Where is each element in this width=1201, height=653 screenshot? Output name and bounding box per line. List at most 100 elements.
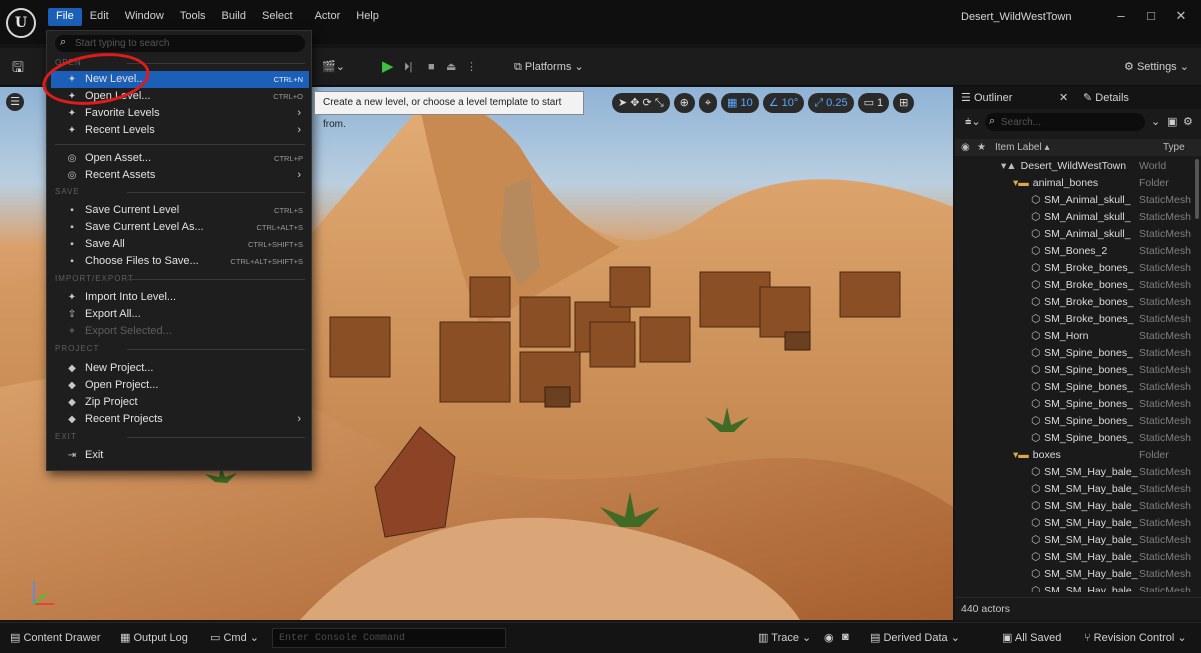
menu-build[interactable]: Build xyxy=(214,8,254,26)
all-saved-button[interactable]: ▣ All Saved xyxy=(1002,631,1061,644)
column-type[interactable]: Type xyxy=(1163,139,1185,156)
star-icon[interactable]: ★ xyxy=(977,139,986,156)
outliner-folder-row[interactable]: ▾▬ boxes Folder xyxy=(955,447,1193,464)
column-item-label[interactable]: Item Label ▴ xyxy=(995,139,1050,156)
outliner-actor-row[interactable]: ⬡ SM_SM_Hay_bale_ StaticMesh xyxy=(955,583,1193,592)
visibility-icon[interactable]: ◉ xyxy=(961,139,970,156)
menu-item-open-level[interactable]: ✦ Open Level... CTRL+O xyxy=(51,88,309,105)
menu-item-choose-files-to-save[interactable]: ▪ Choose Files to Save... CTRL+ALT+SHIFT… xyxy=(51,253,309,270)
menu-window[interactable]: Window xyxy=(117,8,172,26)
outliner-actor-row[interactable]: ⬡ SM_Spine_bones_ StaticMesh xyxy=(955,413,1193,430)
grid-snap-toggle[interactable]: ▦ 10 xyxy=(721,93,759,113)
record-icon[interactable]: ◉ xyxy=(824,631,834,644)
close-button[interactable]: ✕ xyxy=(1168,6,1194,26)
outliner-actor-row[interactable]: ⬡ SM_Broke_bones_ StaticMesh xyxy=(955,311,1193,328)
outliner-scrollbar[interactable] xyxy=(1195,159,1199,219)
trace-button[interactable]: ▥ Trace ⌄ xyxy=(758,631,811,644)
stop-icon[interactable]: ■ xyxy=(428,57,435,77)
menu-item-import-into-level[interactable]: ✦ Import Into Level... xyxy=(51,289,309,306)
outliner-actor-row[interactable]: ⬡ SM_Horn StaticMesh xyxy=(955,328,1193,345)
outliner-folder-row[interactable]: ▾▬ animal_bones Folder xyxy=(955,175,1193,192)
outliner-actor-row[interactable]: ⬡ SM_Animal_skull_ StaticMesh xyxy=(955,209,1193,226)
close-tab-icon[interactable]: ✕ xyxy=(1059,91,1068,104)
outliner-world-row[interactable]: ▾▲ Desert_WildWestTown World xyxy=(955,158,1193,175)
add-folder-icon[interactable]: ▣ xyxy=(1167,115,1177,128)
eject-icon[interactable]: ⏏ xyxy=(446,57,456,77)
menu-item-new-level[interactable]: ✦ New Level... CTRL+N xyxy=(51,71,309,88)
camera-icon[interactable]: ◙ xyxy=(842,631,849,643)
menu-select[interactable]: Select xyxy=(254,8,301,26)
outliner-actor-row[interactable]: ⬡ SM_SM_Hay_bale_ StaticMesh xyxy=(955,464,1193,481)
outliner-actor-row[interactable]: ⬡ SM_SM_Hay_bale_ StaticMesh xyxy=(955,481,1193,498)
outliner-actor-row[interactable]: ⬡ SM_Spine_bones_ StaticMesh xyxy=(955,379,1193,396)
save-icon[interactable]: 🖫 xyxy=(12,57,24,77)
menu-item-zip-project[interactable]: ◆ Zip Project xyxy=(51,394,309,411)
dropdown-icon[interactable]: ⌄ xyxy=(1151,115,1160,128)
outliner-actor-row[interactable]: ⬡ SM_Spine_bones_ StaticMesh xyxy=(955,345,1193,362)
outliner-actor-row[interactable]: ⬡ SM_Broke_bones_ StaticMesh xyxy=(955,277,1193,294)
cinematics-icon[interactable]: 🎬⌄ xyxy=(322,57,345,77)
menu-item-new-project[interactable]: ◆ New Project... xyxy=(51,360,309,377)
menu-item-save-current-level-as[interactable]: ▪ Save Current Level As... CTRL+ALT+S xyxy=(51,219,309,236)
globe-icon[interactable]: ⊕ xyxy=(673,93,695,113)
menu-item-favorite-levels[interactable]: ✦ Favorite Levels › xyxy=(51,105,309,122)
outliner-actor-row[interactable]: ⬡ SM_Broke_bones_ StaticMesh xyxy=(955,260,1193,277)
filter-icon[interactable]: ⩧⌄ xyxy=(965,115,981,129)
menu-item-open-asset[interactable]: ◎ Open Asset... CTRL+P xyxy=(51,150,309,167)
menu-item-save-all[interactable]: ▪ Save All CTRL+SHIFT+S xyxy=(51,236,309,253)
outliner-actor-row[interactable]: ⬡ SM_Animal_skull_ StaticMesh xyxy=(955,226,1193,243)
settings-button[interactable]: ⚙ Settings ⌄ xyxy=(1124,57,1189,77)
maximize-button[interactable]: □ xyxy=(1138,6,1164,26)
console-command-box[interactable] xyxy=(272,628,506,648)
menu-item-save-current-level[interactable]: ▪ Save Current Level CTRL+S xyxy=(51,202,309,219)
menu-tools[interactable]: Tools xyxy=(172,8,214,26)
outliner-actor-row[interactable]: ⬡ SM_Bones_2 StaticMesh xyxy=(955,243,1193,260)
viewport-layout-icon[interactable]: ⊞ xyxy=(893,93,915,113)
minimize-button[interactable]: – xyxy=(1108,6,1134,26)
play-icon[interactable]: ▶ xyxy=(382,57,394,77)
outliner-actor-row[interactable]: ⬡ SM_SM_Hay_bale_ StaticMesh xyxy=(955,549,1193,566)
menu-search-box[interactable]: ⌕ xyxy=(55,35,305,52)
platforms-button[interactable]: ⧉ Platforms ⌄ xyxy=(514,57,584,77)
outliner-actor-row[interactable]: ⬡ SM_Spine_bones_ StaticMesh xyxy=(955,362,1193,379)
outliner-actor-row[interactable]: ⬡ SM_Spine_bones_ StaticMesh xyxy=(955,430,1193,447)
revision-control-button[interactable]: ⑂ Revision Control ⌄ xyxy=(1084,631,1187,644)
outliner-actor-row[interactable]: ⬡ SM_Animal_skull_ StaticMesh xyxy=(955,192,1193,209)
outliner-actor-row[interactable]: ⬡ SM_Broke_bones_ StaticMesh xyxy=(955,294,1193,311)
console-command-input[interactable] xyxy=(273,629,505,647)
menu-item-export-all[interactable]: ⇪ Export All... xyxy=(51,306,309,323)
outliner-search-input[interactable] xyxy=(1001,115,1141,129)
cmd-button[interactable]: ▭ Cmd ⌄ xyxy=(210,631,259,644)
menu-item-recent-assets[interactable]: ◎ Recent Assets › xyxy=(51,167,309,184)
rotation-snap-toggle[interactable]: ∠ 10° xyxy=(762,93,805,113)
tab-outliner[interactable]: ☰ Outliner xyxy=(961,91,1012,104)
content-drawer-button[interactable]: ▤ Content Drawer xyxy=(10,631,101,644)
camera-speed-button[interactable]: ▭ 1 xyxy=(857,93,890,113)
menu-help[interactable]: Help xyxy=(348,8,387,26)
menu-actor[interactable]: Actor xyxy=(307,8,349,26)
gear-icon[interactable]: ⚙ xyxy=(1183,115,1193,128)
tab-details[interactable]: ✎ Details xyxy=(1083,91,1129,104)
menu-item-exit[interactable]: ⇥ Exit xyxy=(51,447,309,464)
outliner-actor-row[interactable]: ⬡ SM_SM_Hay_bale_ StaticMesh xyxy=(955,532,1193,549)
menu-edit[interactable]: Edit xyxy=(82,8,117,26)
scale-snap-toggle[interactable]: ⤢ 0.25 xyxy=(808,93,854,113)
more-options-icon[interactable]: ⋮ xyxy=(466,57,477,77)
menu-search-input[interactable] xyxy=(75,36,295,51)
viewport-menu-icon[interactable]: ☰ xyxy=(6,93,24,111)
outliner-actor-row[interactable]: ⬡ SM_Spine_bones_ StaticMesh xyxy=(955,396,1193,413)
step-icon[interactable]: ⏵| xyxy=(404,57,412,77)
outliner-search-box[interactable]: ⌕ xyxy=(985,113,1145,131)
unreal-logo-icon[interactable]: U xyxy=(6,8,36,38)
outliner-actor-row[interactable]: ⬡ SM_SM_Hay_bale_ StaticMesh xyxy=(955,515,1193,532)
menu-item-recent-projects[interactable]: ◆ Recent Projects › xyxy=(51,411,309,428)
outliner-actor-row[interactable]: ⬡ SM_SM_Hay_bale_ StaticMesh xyxy=(955,498,1193,515)
output-log-button[interactable]: ▦ Output Log xyxy=(120,631,188,644)
menu-file[interactable]: File xyxy=(48,8,82,26)
outliner-actor-row[interactable]: ⬡ SM_SM_Hay_bale_ StaticMesh xyxy=(955,566,1193,583)
transform-tools[interactable]: ➤ ✥ ⟳ ⤡ xyxy=(612,93,670,113)
menu-item-recent-levels[interactable]: ✦ Recent Levels › xyxy=(51,122,309,139)
surface-snap-icon[interactable]: ⌖ xyxy=(698,93,718,113)
derived-data-button[interactable]: ▤ Derived Data ⌄ xyxy=(870,631,960,644)
menu-item-open-project[interactable]: ◆ Open Project... xyxy=(51,377,309,394)
